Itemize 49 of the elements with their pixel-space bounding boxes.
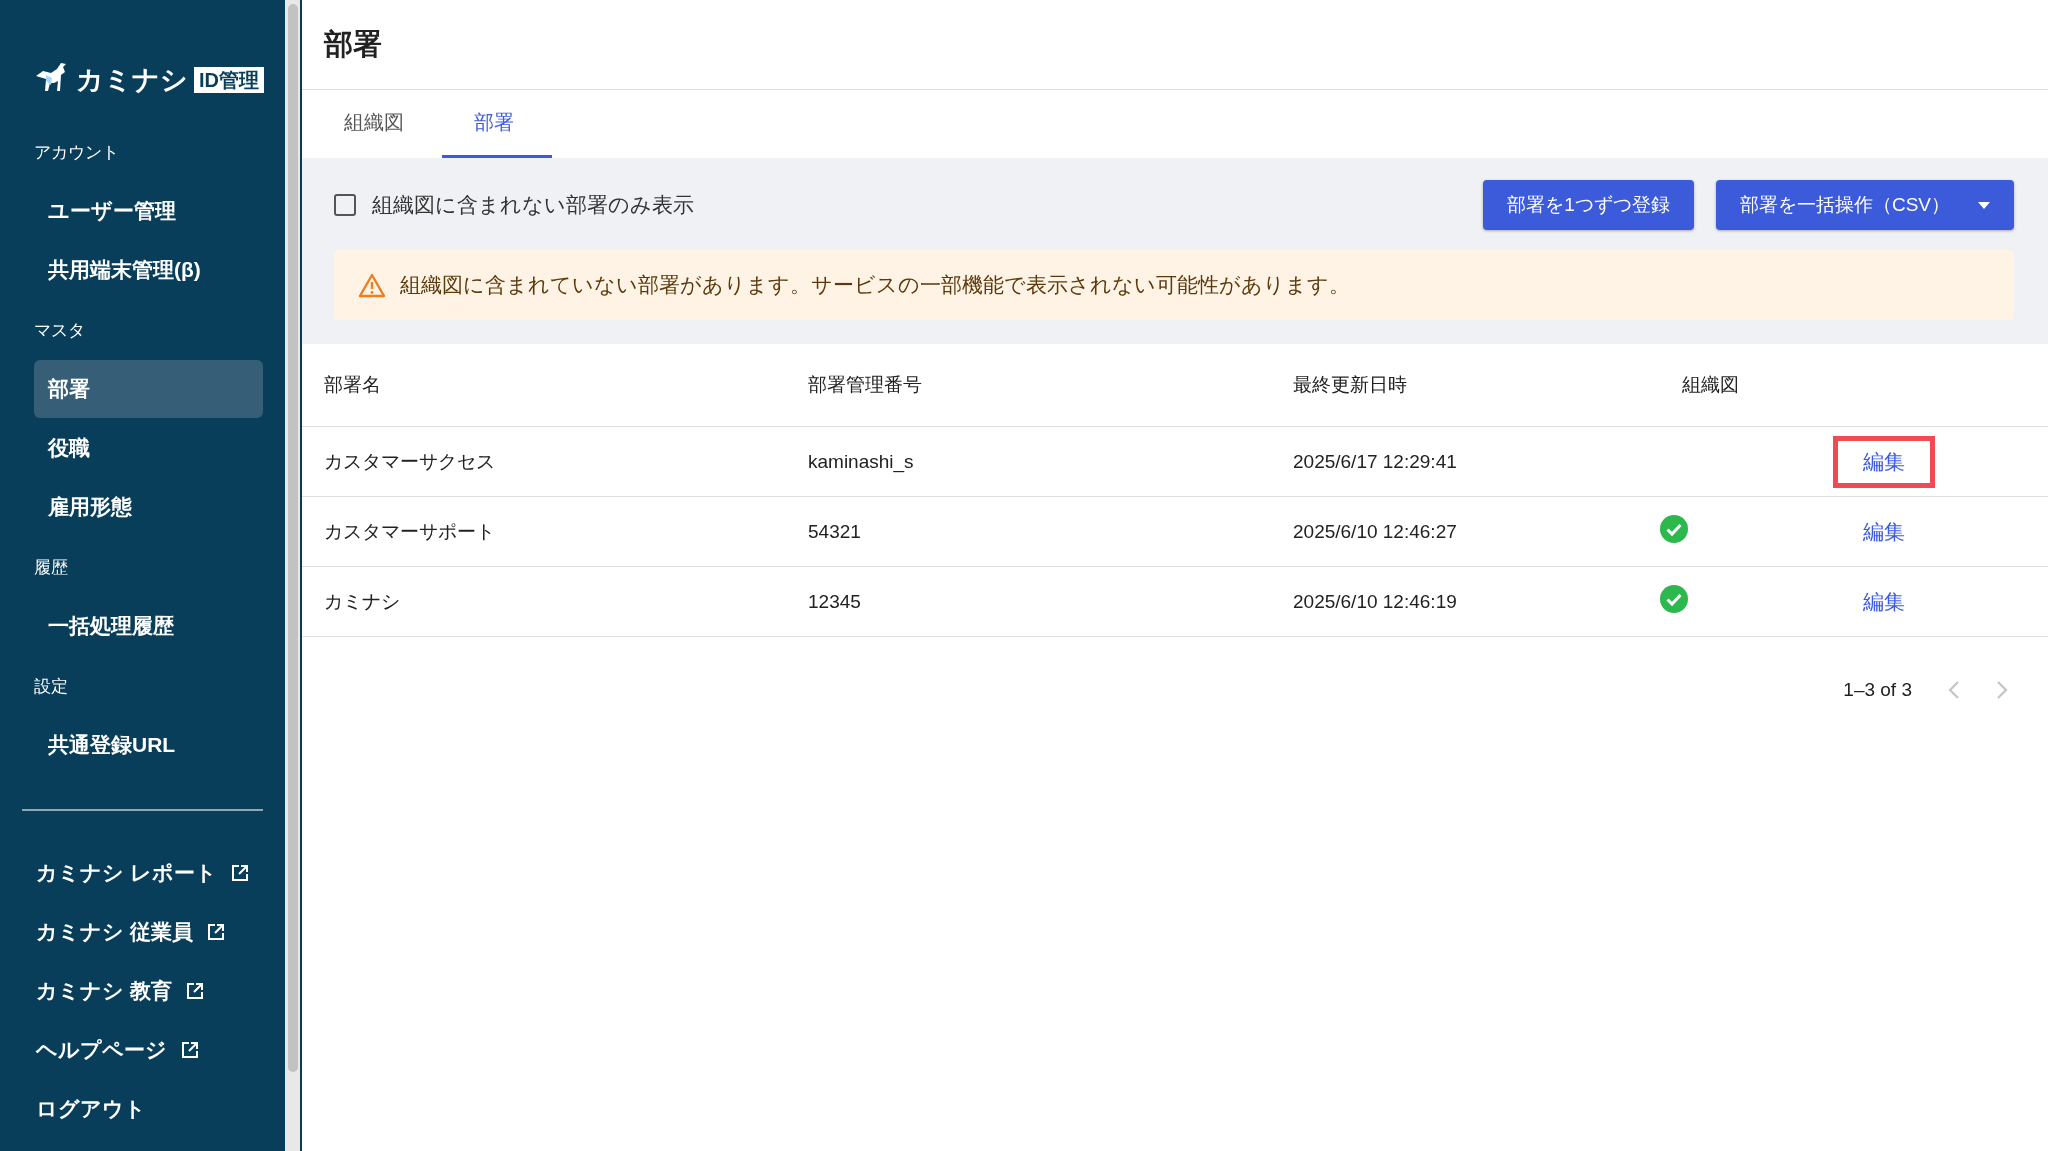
edit-link[interactable]: 編集 <box>1833 435 1935 488</box>
logo-badge: ID管理 <box>194 67 264 93</box>
page-title: 部署 <box>302 0 2048 90</box>
sidebar-section-label: 履歴 <box>33 556 69 579</box>
scrollbar-thumb[interactable] <box>287 4 298 1072</box>
checkbox-label[interactable]: 組織図に含まれない部署のみ表示 <box>372 191 1462 219</box>
external-link-icon <box>185 981 204 1000</box>
sidebar-item[interactable]: 役職 <box>34 419 263 477</box>
table-cell: カミナシ <box>324 590 400 612</box>
checkbox[interactable] <box>334 194 356 216</box>
sidebar-section-label: マスタ <box>33 319 86 342</box>
sidebar-link[interactable]: カミナシ 従業員 <box>0 902 285 961</box>
tab[interactable]: 組織図 <box>312 90 442 158</box>
table-cell: kaminashi_s <box>808 450 914 472</box>
sidebar-item[interactable]: 共通登録URL <box>34 716 263 774</box>
edit-link[interactable]: 編集 <box>1833 505 1935 558</box>
logo-text: カミナシ <box>76 64 188 97</box>
warning-icon <box>358 272 386 298</box>
alert-message: 組織図に含まれていない部署があります。サービスの一部機能で表示されない可能性があります。 <box>400 272 1350 298</box>
pagination-range: 1–3 of 3 <box>1843 679 1912 701</box>
caret-icon <box>1978 201 1990 209</box>
sidebar-link[interactable]: カミナシ 教育 <box>0 961 285 1020</box>
sidebar-item[interactable]: 一括処理履歴 <box>34 597 263 655</box>
sidebar-item[interactable]: ユーザー管理 <box>34 182 263 240</box>
table-cell: 2025/6/10 12:46:27 <box>1293 520 1457 542</box>
sidebar-item[interactable]: 雇用形態 <box>34 478 263 536</box>
table-cell: カスタマーサクセス <box>324 450 495 472</box>
dropdown-button[interactable]: 部署を一括操作（CSV） <box>1715 180 2014 230</box>
edit-link[interactable]: 編集 <box>1833 575 1935 628</box>
register-button[interactable]: 部署を1つずつ登録 <box>1483 180 1694 230</box>
sidebar-item[interactable]: 部署 <box>34 360 263 418</box>
sidebar-link[interactable]: ヘルプページ <box>0 1020 285 1079</box>
sidebar-item[interactable]: 共用端末管理(β) <box>34 241 263 299</box>
column-header: 最終更新日時 <box>1293 374 1407 395</box>
sidebar-link[interactable]: ログアウト <box>0 1079 285 1138</box>
column-header: 部署管理番号 <box>808 374 922 395</box>
external-link-icon <box>206 922 225 941</box>
sidebar-link[interactable]: カミナシ レポート <box>0 843 285 902</box>
sidebar-section-label: アカウント <box>33 141 120 164</box>
column-header: 部署名 <box>324 374 381 395</box>
table-cell: カスタマーサポート <box>324 520 495 542</box>
external-link-icon <box>181 1040 199 1059</box>
external-link-icon <box>230 863 249 882</box>
table-cell: 54321 <box>808 520 861 542</box>
table-cell: 2025/6/17 12:29:41 <box>1293 450 1457 472</box>
table-cell: 12345 <box>808 590 861 612</box>
sidebar-section-label: 設定 <box>33 675 69 698</box>
table-cell: 2025/6/10 12:46:19 <box>1293 590 1457 612</box>
column-header: 組織図 <box>1682 374 1739 395</box>
